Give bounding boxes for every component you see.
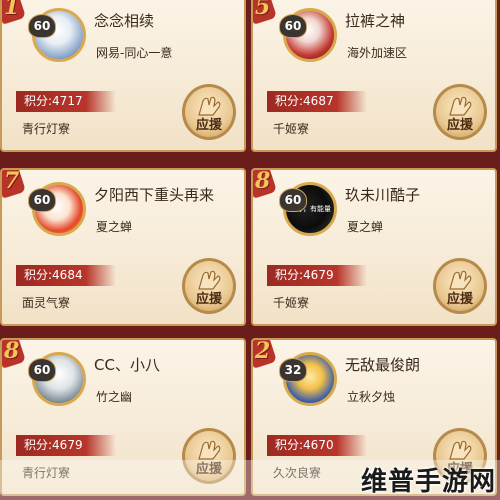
level-badge: 60 (28, 188, 56, 212)
server-name: 夏之蝉 (347, 220, 384, 234)
rank-number: 8 (4, 338, 20, 364)
level-badge: 60 (28, 358, 56, 382)
player-name: CC、小八 (94, 356, 160, 374)
score-bar: 积分:4684 (16, 265, 116, 286)
player-card: 7 60 夕阳西下重头再来 夏之蝉 积分:4684 面灵气寮 应援 (0, 168, 246, 326)
level-badge: 60 (279, 188, 307, 212)
score-bar: 积分:4679 (16, 435, 116, 456)
assist-button[interactable]: 应援 (433, 84, 487, 140)
guild-name: 千姬寮 (273, 122, 310, 136)
server-name: 立秋夕烛 (347, 390, 396, 404)
watermark: 维普手游网 (360, 467, 496, 497)
player-name: 念念相续 (94, 12, 155, 30)
server-name: 网易-同心一意 (96, 46, 173, 60)
rank-number: 1 (4, 0, 20, 20)
ranking-grid: 1 60 念念相续 网易-同心一意 积分:4717 青行灯寮 应援 5 60 拉… (0, 0, 500, 500)
score-bar: 积分:4717 (16, 91, 116, 112)
assist-label: 应援 (446, 292, 473, 307)
player-name: 拉裤之神 (345, 12, 406, 30)
assist-label: 应援 (195, 118, 222, 133)
assist-button[interactable]: 应援 (433, 258, 487, 314)
player-name: 玖未川酷子 (345, 186, 421, 204)
level-badge: 60 (28, 14, 56, 38)
guild-name: 千姬寮 (273, 296, 310, 310)
score-bar: 积分:4679 (267, 265, 367, 286)
rank-number: 5 (255, 0, 271, 20)
guild-name: 面灵气寮 (22, 296, 71, 310)
level-badge: 32 (279, 358, 307, 382)
level-badge: 60 (279, 14, 307, 38)
player-card: 1 60 念念相续 网易-同心一意 积分:4717 青行灯寮 应援 (0, 0, 246, 152)
assist-button[interactable]: 应援 (182, 258, 236, 314)
server-name: 海外加速区 (347, 46, 408, 60)
score-bar: 积分:4670 (267, 435, 367, 456)
player-name: 无敌最俊朗 (345, 356, 421, 374)
rank-number: 7 (4, 168, 20, 194)
server-name: 夏之蝉 (96, 220, 133, 234)
rank-number: 2 (255, 338, 271, 364)
rank-number: 8 (255, 168, 271, 194)
server-name: 竹之幽 (96, 390, 133, 404)
player-name: 夕阳西下重头再来 (94, 186, 215, 204)
player-card: 8 不好，有能量 60 玖未川酷子 夏之蝉 积分:4679 千姬寮 应援 (251, 168, 497, 326)
score-bar: 积分:4687 (267, 91, 367, 112)
assist-button[interactable]: 应援 (182, 84, 236, 140)
guild-name: 青行灯寮 (22, 122, 71, 136)
player-card: 5 60 拉裤之神 海外加速区 积分:4687 千姬寮 应援 (251, 0, 497, 152)
assist-label: 应援 (195, 292, 222, 307)
assist-label: 应援 (446, 118, 473, 133)
